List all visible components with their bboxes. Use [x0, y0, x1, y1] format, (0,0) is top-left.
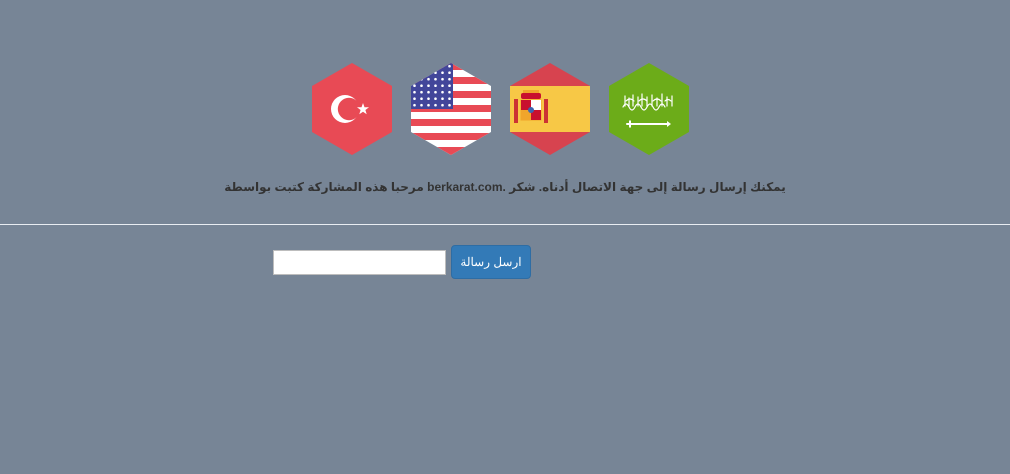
send-message-button[interactable]: ارسل رسالة [451, 245, 531, 279]
turkey-flag-icon[interactable] [312, 63, 392, 155]
saudi-arabia-flag-icon[interactable] [609, 63, 689, 155]
section-divider [0, 224, 1010, 225]
message-input[interactable] [273, 249, 446, 275]
page: يمكنك إرسال رسالة إلى جهة الاتصال أدناه.… [0, 0, 1010, 474]
message-form: ارسل رسالة [273, 245, 531, 279]
language-flags [312, 63, 692, 155]
intro-message: يمكنك إرسال رسالة إلى جهة الاتصال أدناه.… [224, 180, 786, 194]
usa-flag-icon[interactable] [411, 63, 491, 155]
spain-flag-icon[interactable] [510, 63, 590, 155]
